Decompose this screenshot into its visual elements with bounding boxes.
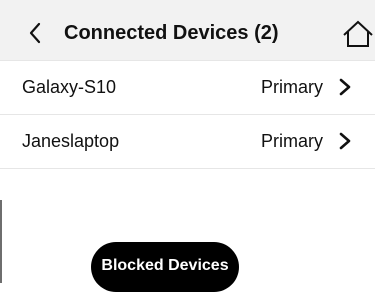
device-status: Primary xyxy=(261,131,323,151)
back-button[interactable] xyxy=(22,18,48,48)
home-icon xyxy=(343,20,373,47)
device-row[interactable]: Galaxy-S10 Primary xyxy=(0,60,375,115)
chevron-left-icon xyxy=(29,22,41,44)
chevron-right-icon xyxy=(339,132,351,150)
device-name: Janeslaptop xyxy=(22,131,120,151)
device-name: Galaxy-S10 xyxy=(22,77,117,97)
device-status: Primary xyxy=(261,77,323,97)
content-edge-line xyxy=(0,200,2,283)
blocked-devices-button[interactable]: Blocked Devices xyxy=(91,242,239,292)
page-title: Connected Devices (2) xyxy=(64,22,279,44)
home-button[interactable] xyxy=(342,20,374,48)
chevron-right-icon xyxy=(339,78,351,96)
header-bar: Connected Devices (2) xyxy=(0,0,375,61)
device-row[interactable]: Janeslaptop Primary xyxy=(0,114,375,169)
